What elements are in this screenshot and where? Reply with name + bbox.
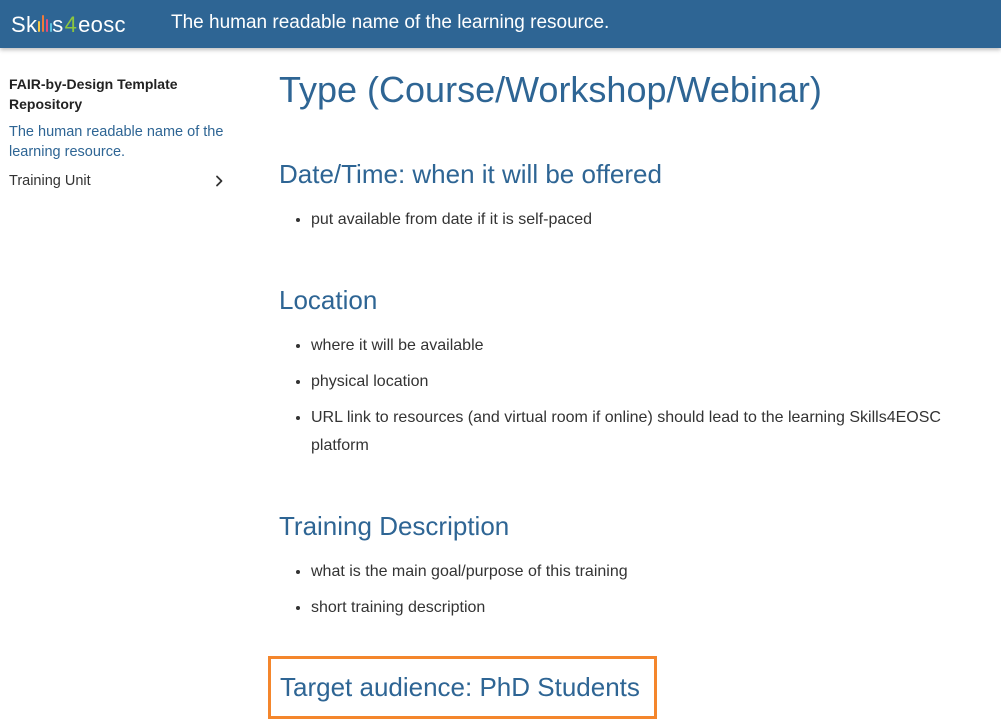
list-item: where it will be available — [311, 332, 994, 360]
main-content: Type (Course/Workshop/Webinar) Date/Time… — [279, 64, 994, 630]
section-list-training-description: what is the main goal/purpose of this tr… — [279, 558, 994, 622]
sidebar: FAIR-by-Design Template Repository The h… — [9, 74, 239, 191]
top-header: Sk s4eosc The human readable name of the … — [0, 0, 1001, 48]
highlighted-target-audience-box: Target audience: PhD Students — [268, 656, 657, 719]
list-item: physical location — [311, 368, 994, 396]
chevron-right-icon[interactable] — [211, 173, 227, 189]
header-title: The human readable name of the learning … — [171, 12, 610, 33]
section-heading-target-audience: Target audience: PhD Students — [280, 672, 640, 702]
skills4eosc-logo[interactable]: Sk s4eosc — [11, 12, 126, 38]
section-list-date: put available from date if it is self-pa… — [279, 206, 994, 234]
sidebar-item-training-unit[interactable]: Training Unit — [9, 171, 227, 191]
sidebar-item-label: Training Unit — [9, 173, 91, 189]
sidebar-item-active[interactable]: The human readable name of the learning … — [9, 122, 239, 162]
list-item: URL link to resources (and virtual room … — [311, 404, 994, 460]
list-item: what is the main goal/purpose of this tr… — [311, 558, 994, 586]
logo-bars-icon — [37, 12, 53, 32]
section-heading-date: Date/Time: when it will be offered — [279, 159, 662, 189]
page-title: Type (Course/Workshop/Webinar) — [279, 69, 822, 110]
section-list-location: where it will be available physical loca… — [279, 332, 994, 460]
section-heading-training-description: Training Description — [279, 511, 510, 541]
section-heading-location: Location — [279, 285, 378, 315]
list-item: put available from date if it is self-pa… — [311, 206, 994, 234]
sidebar-repo-title[interactable]: FAIR-by-Design Template Repository — [9, 74, 239, 114]
list-item: short training description — [311, 594, 994, 622]
